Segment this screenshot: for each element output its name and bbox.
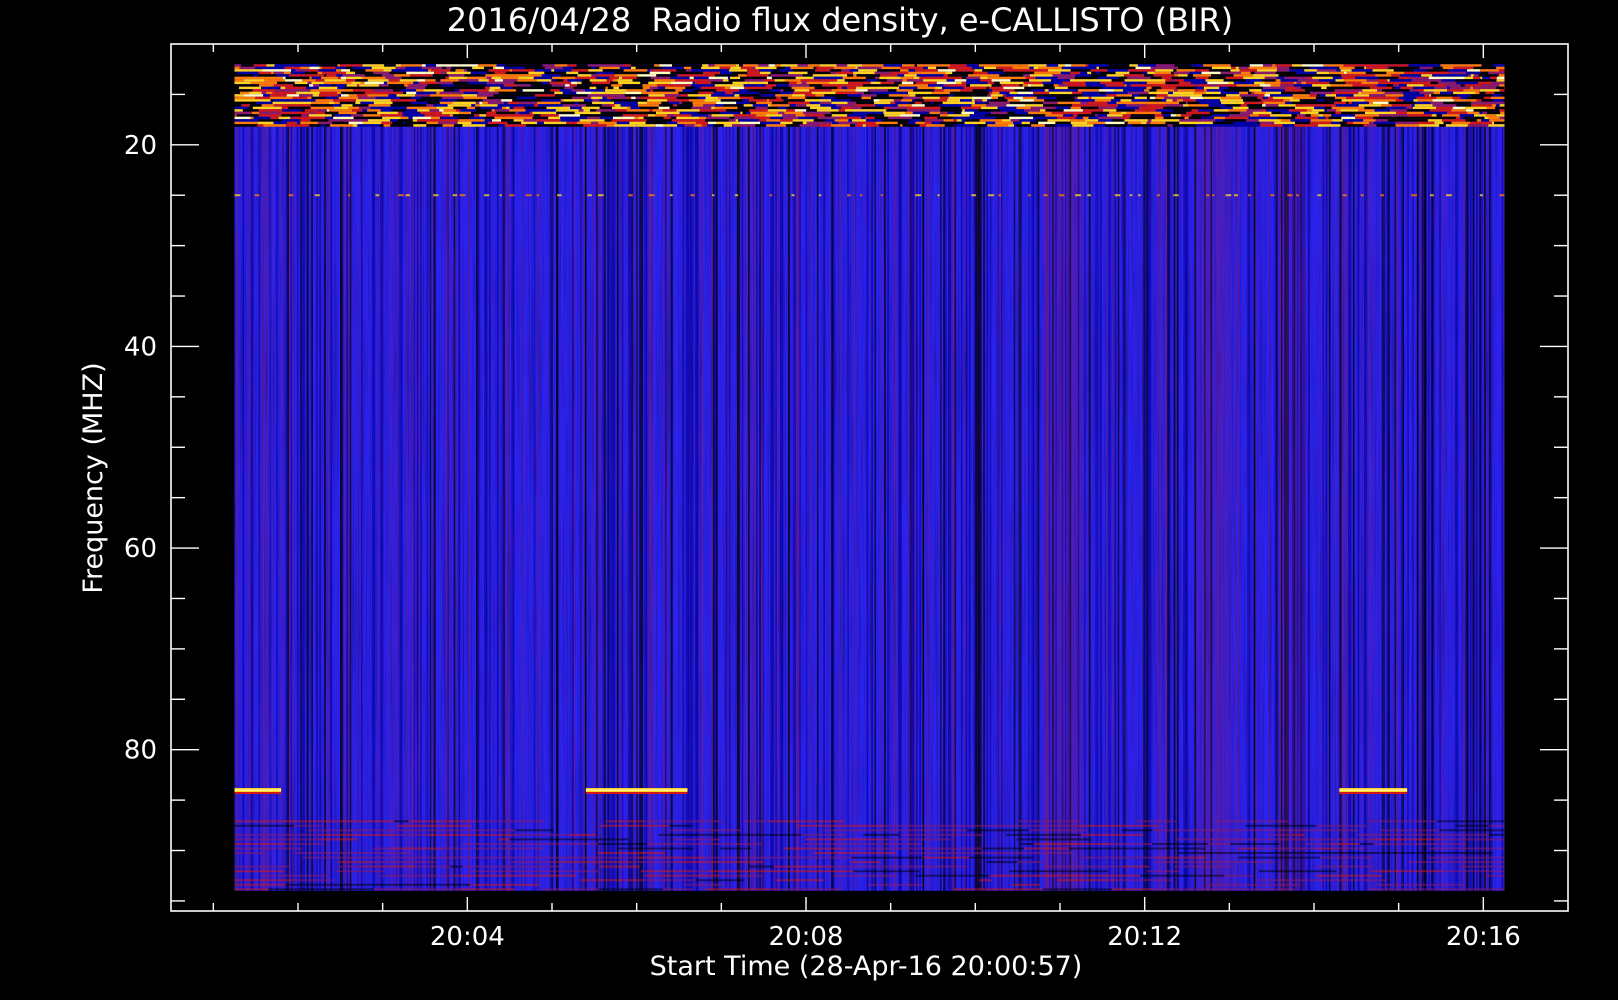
x-tick-label: 20:08 [769, 922, 844, 952]
y-tick-label: 80 [124, 736, 157, 766]
y-tick-label: 20 [124, 131, 157, 161]
x-tick-label: 20:16 [1446, 922, 1521, 952]
x-tick-label: 20:04 [430, 922, 505, 952]
chart-title: 2016/04/28 Radio flux density, e-CALLIST… [447, 1, 1233, 39]
y-axis-label: Frequency (MHZ) [78, 362, 109, 593]
spectrogram-heatmap [234, 64, 1505, 891]
y-tick-label: 60 [124, 534, 157, 564]
spectrogram-figure: 2016/04/28 Radio flux density, e-CALLIST… [78, 1, 1569, 982]
x-tick-label: 20:12 [1107, 922, 1182, 952]
x-axis-label: Start Time (28-Apr-16 20:00:57) [650, 951, 1083, 982]
y-tick-label: 40 [124, 332, 157, 362]
